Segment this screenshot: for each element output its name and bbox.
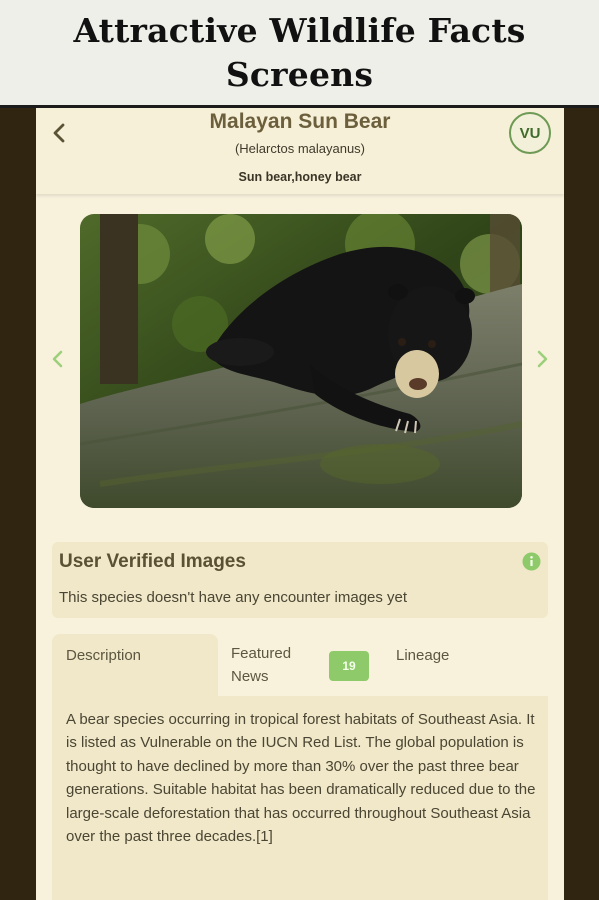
promo-banner: Attractive Wildlife Facts Screens (0, 0, 599, 108)
tab-description-label: Description (66, 647, 142, 664)
app-screen: Malayan Sun Bear (Helarctos malayanus) S… (36, 108, 564, 900)
tab-featured-news-label-2: News (231, 668, 269, 685)
scientific-name: (Helarctos malayanus) (234, 141, 366, 156)
conservation-status-badge[interactable]: VU (509, 112, 551, 154)
chevron-right-icon (537, 350, 548, 368)
gallery-next-button[interactable] (534, 348, 552, 370)
tab-lineage[interactable]: Lineage (396, 634, 496, 696)
info-icon[interactable] (522, 552, 541, 571)
tab-lineage-label: Lineage (396, 647, 450, 664)
tab-featured-news-label-1: Featured (231, 645, 292, 662)
banner-title-line-1: Attractive Wildlife Facts (73, 10, 526, 50)
common-names: Sun bear,honey bear (238, 170, 362, 184)
phone-frame-right (564, 108, 599, 900)
species-photo[interactable] (80, 214, 522, 508)
tab-description[interactable]: Description (52, 634, 218, 696)
chevron-left-icon (52, 350, 63, 368)
species-header: Malayan Sun Bear (Helarctos malayanus) S… (36, 108, 564, 194)
news-count-badge: 19 (329, 651, 369, 681)
sun-bear-image (80, 214, 522, 508)
species-title: Malayan Sun Bear (209, 110, 391, 133)
tab-featured-news[interactable]: Featured News (231, 634, 341, 696)
description-panel: A bear species occurring in tropical for… (52, 696, 548, 900)
user-verified-title: User Verified Images (59, 551, 246, 572)
phone-frame-left (0, 108, 36, 900)
banner-title-line-2: Screens (225, 54, 374, 94)
gallery-prev-button[interactable] (48, 348, 66, 370)
description-text: A bear species occurring in tropical for… (66, 711, 536, 846)
user-verified-images-card: User Verified Images This species doesn'… (52, 542, 548, 618)
user-verified-message: This species doesn't have any encounter … (59, 589, 408, 606)
